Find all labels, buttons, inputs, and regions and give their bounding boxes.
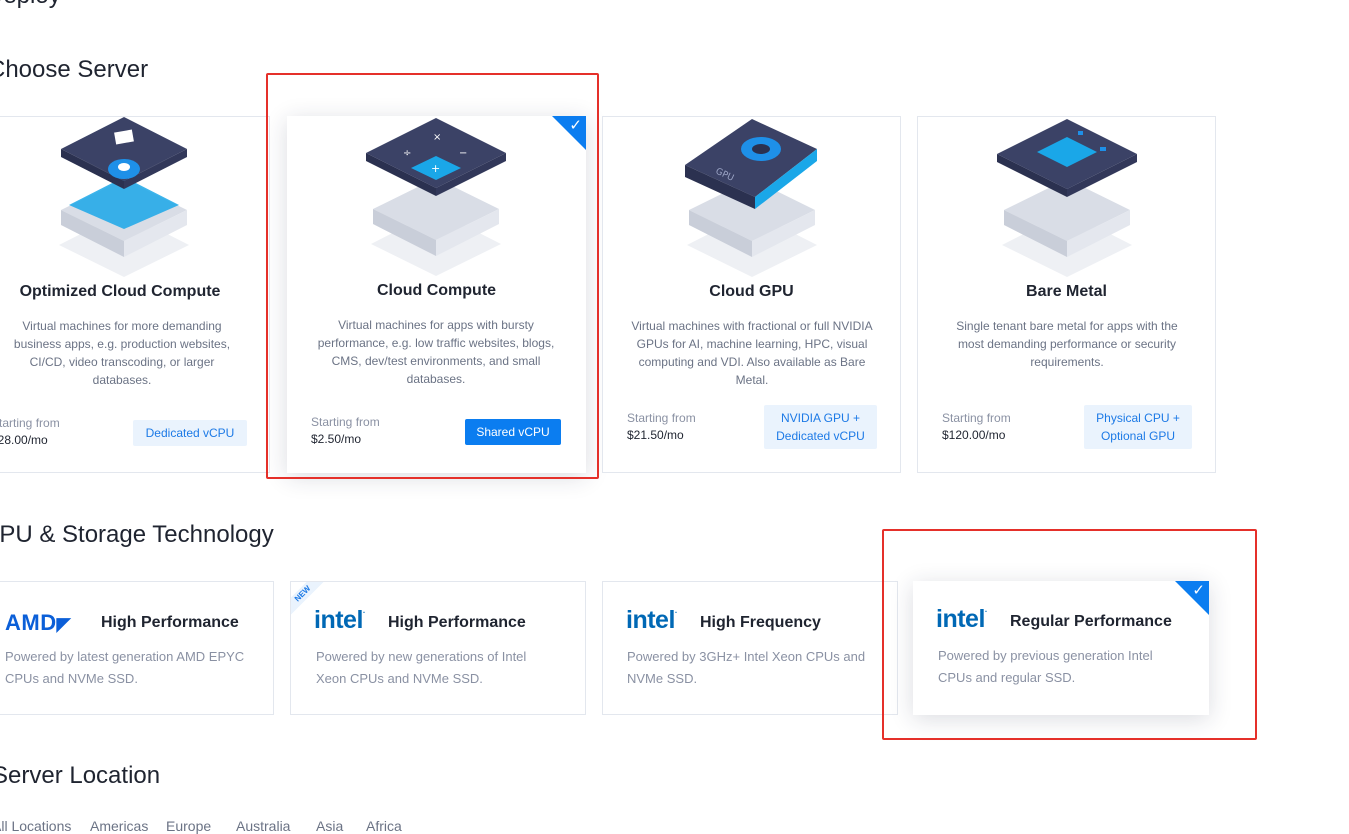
server-price: $28.00/mo	[0, 433, 48, 447]
cpu-name: High Performance	[101, 614, 239, 631]
cpu-name: High Performance	[388, 614, 526, 631]
highlight-box-server	[266, 73, 599, 479]
location-tab-asia[interactable]: Asia	[316, 818, 343, 834]
cpu-card-amd-high-performance[interactable]: AMD◤ High Performance Powered by latest …	[0, 581, 274, 715]
server-card-optimized-cloud-compute[interactable]: Optimized Cloud Compute Virtual machines…	[0, 116, 270, 473]
intel-logo: intel.	[314, 606, 365, 634]
section-title-cpu-storage: CPU & Storage Technology	[0, 521, 274, 548]
location-tab-africa[interactable]: Africa	[366, 818, 402, 834]
server-price: $21.50/mo	[627, 428, 684, 442]
cpu-card-intel-high-frequency[interactable]: intel. High Frequency Powered by 3GHz+ I…	[602, 581, 898, 715]
server-name: Bare Metal	[1026, 283, 1107, 300]
location-tab-americas[interactable]: Americas	[90, 818, 148, 834]
amd-logo: AMD◤	[5, 610, 71, 635]
location-tab-all[interactable]: All Locations	[0, 818, 71, 834]
cpu-card-intel-high-performance[interactable]: NEW intel. High Performance Powered by n…	[290, 581, 586, 715]
server-card-bare-metal[interactable]: Bare Metal Single tenant bare metal for …	[917, 116, 1216, 473]
section-title-server-location: Server Location	[0, 762, 161, 789]
server-description: Virtual machines for more demanding busi…	[13, 319, 231, 387]
server-description: Single tenant bare metal for apps with t…	[956, 319, 1178, 369]
server-tag-line: NVIDIA GPU +	[780, 411, 861, 425]
cloud-gpu-illustration: GPU	[685, 119, 817, 277]
starting-from-label: Starting from	[0, 416, 60, 430]
server-tag-line: Optional GPU	[1100, 429, 1176, 443]
cpu-description: Powered by new generations of Intel Xeon…	[316, 649, 527, 686]
intel-logo: intel.	[626, 606, 677, 634]
server-description: Virtual machines with fractional or full…	[631, 319, 873, 387]
cpu-description: Powered by latest generation AMD EPYC CP…	[5, 649, 245, 686]
highlight-box-cpu	[882, 529, 1257, 740]
server-tag: NVIDIA GPU + Dedicated vCPU	[764, 405, 877, 449]
starting-from-label: Starting from	[627, 411, 696, 425]
optimized-cloud-compute-illustration	[59, 117, 189, 277]
server-tag: Physical CPU + Optional GPU	[1084, 405, 1192, 449]
starting-from-label: Starting from	[942, 411, 1011, 425]
server-card-cloud-gpu[interactable]: GPU Cloud GPU Virtual machines with frac…	[602, 116, 901, 473]
section-title-choose-server: Choose Server	[0, 56, 149, 83]
cpu-name: High Frequency	[700, 614, 821, 631]
server-tag: Dedicated vCPU	[133, 420, 247, 446]
server-name: Optimized Cloud Compute	[19, 283, 221, 300]
server-name: Cloud GPU	[709, 283, 794, 300]
server-tag-line: Dedicated vCPU	[776, 429, 865, 443]
bare-metal-illustration	[997, 119, 1137, 277]
server-price: $120.00/mo	[942, 428, 1006, 442]
location-tab-europe[interactable]: Europe	[166, 818, 211, 834]
cpu-description: Powered by 3GHz+ Intel Xeon CPUs and NVM…	[627, 649, 866, 686]
server-tag-line: Physical CPU +	[1096, 411, 1180, 425]
location-tab-australia[interactable]: Australia	[236, 818, 290, 834]
section-title-deploy: Deploy	[0, 0, 61, 10]
